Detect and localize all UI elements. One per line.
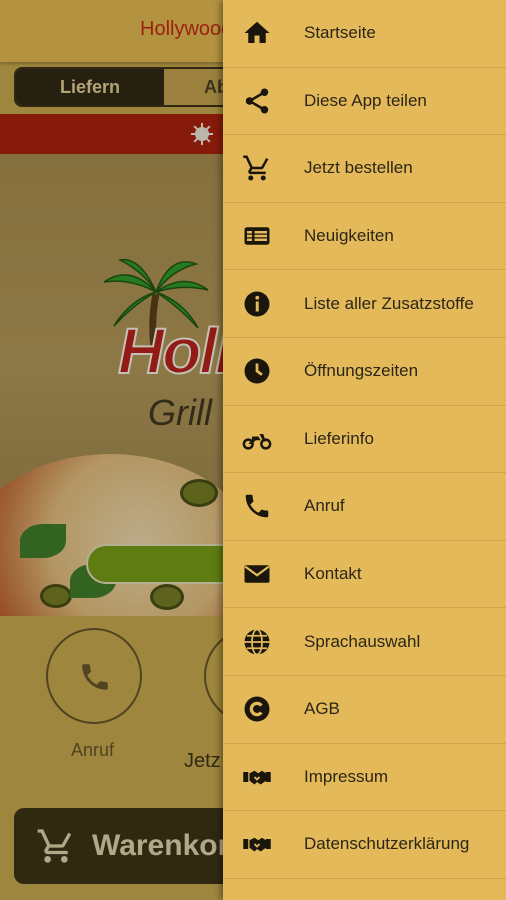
clock-icon <box>241 355 273 387</box>
menu-item-call[interactable]: Anruf <box>223 473 506 541</box>
info-icon <box>241 288 273 320</box>
mail-icon <box>241 558 273 590</box>
copyright-icon <box>241 693 273 725</box>
menu-item-share-app[interactable]: Diese App teilen <box>223 68 506 136</box>
menu-item-label: Datenschutzerklärung <box>304 834 470 854</box>
menu-item-label: Neuigkeiten <box>304 226 394 246</box>
motorcycle-icon <box>241 423 273 455</box>
menu-item-imprint[interactable]: Impressum <box>223 744 506 812</box>
menu-item-label: Kontakt <box>304 564 362 584</box>
menu-item-label: Öffnungszeiten <box>304 361 419 381</box>
menu-item-terms[interactable]: AGB <box>223 676 506 744</box>
menu-item-label: Diese App teilen <box>304 90 427 110</box>
menu-item-label: Anruf <box>304 496 345 516</box>
menu-item-privacy[interactable]: Datenschutzerklärung <box>223 811 506 879</box>
menu-item-label: Lieferinfo <box>304 428 374 448</box>
menu-item-news[interactable]: Neuigkeiten <box>223 203 506 271</box>
menu-item-opening-hours[interactable]: Öffnungszeiten <box>223 338 506 406</box>
cart-icon <box>241 152 273 184</box>
menu-item-language[interactable]: Sprachauswahl <box>223 608 506 676</box>
home-icon <box>241 17 273 49</box>
phone-icon <box>241 490 273 522</box>
menu-item-startseite[interactable]: Startseite <box>223 0 506 68</box>
menu-item-label: Impressum <box>304 766 389 786</box>
handshake-icon <box>241 761 273 793</box>
menu-item-order-now[interactable]: Jetzt bestellen <box>223 135 506 203</box>
navigation-drawer: Startseite Diese App teilen Jetzt bestel… <box>223 0 506 900</box>
news-icon <box>241 220 273 252</box>
menu-item-label: Jetzt bestellen <box>304 158 413 178</box>
menu-item-label: Liste aller Zusatzstoffe <box>304 293 474 313</box>
menu-item-label: AGB <box>304 699 340 719</box>
menu-item-delivery-info[interactable]: Lieferinfo <box>223 406 506 474</box>
globe-icon <box>241 626 273 658</box>
menu-item-additives[interactable]: Liste aller Zusatzstoffe <box>223 270 506 338</box>
menu-item-contact[interactable]: Kontakt <box>223 541 506 609</box>
menu-item-label: Sprachauswahl <box>304 631 421 651</box>
menu-item-label: Startseite <box>304 23 376 43</box>
share-icon <box>241 85 273 117</box>
handshake-icon <box>241 828 273 860</box>
